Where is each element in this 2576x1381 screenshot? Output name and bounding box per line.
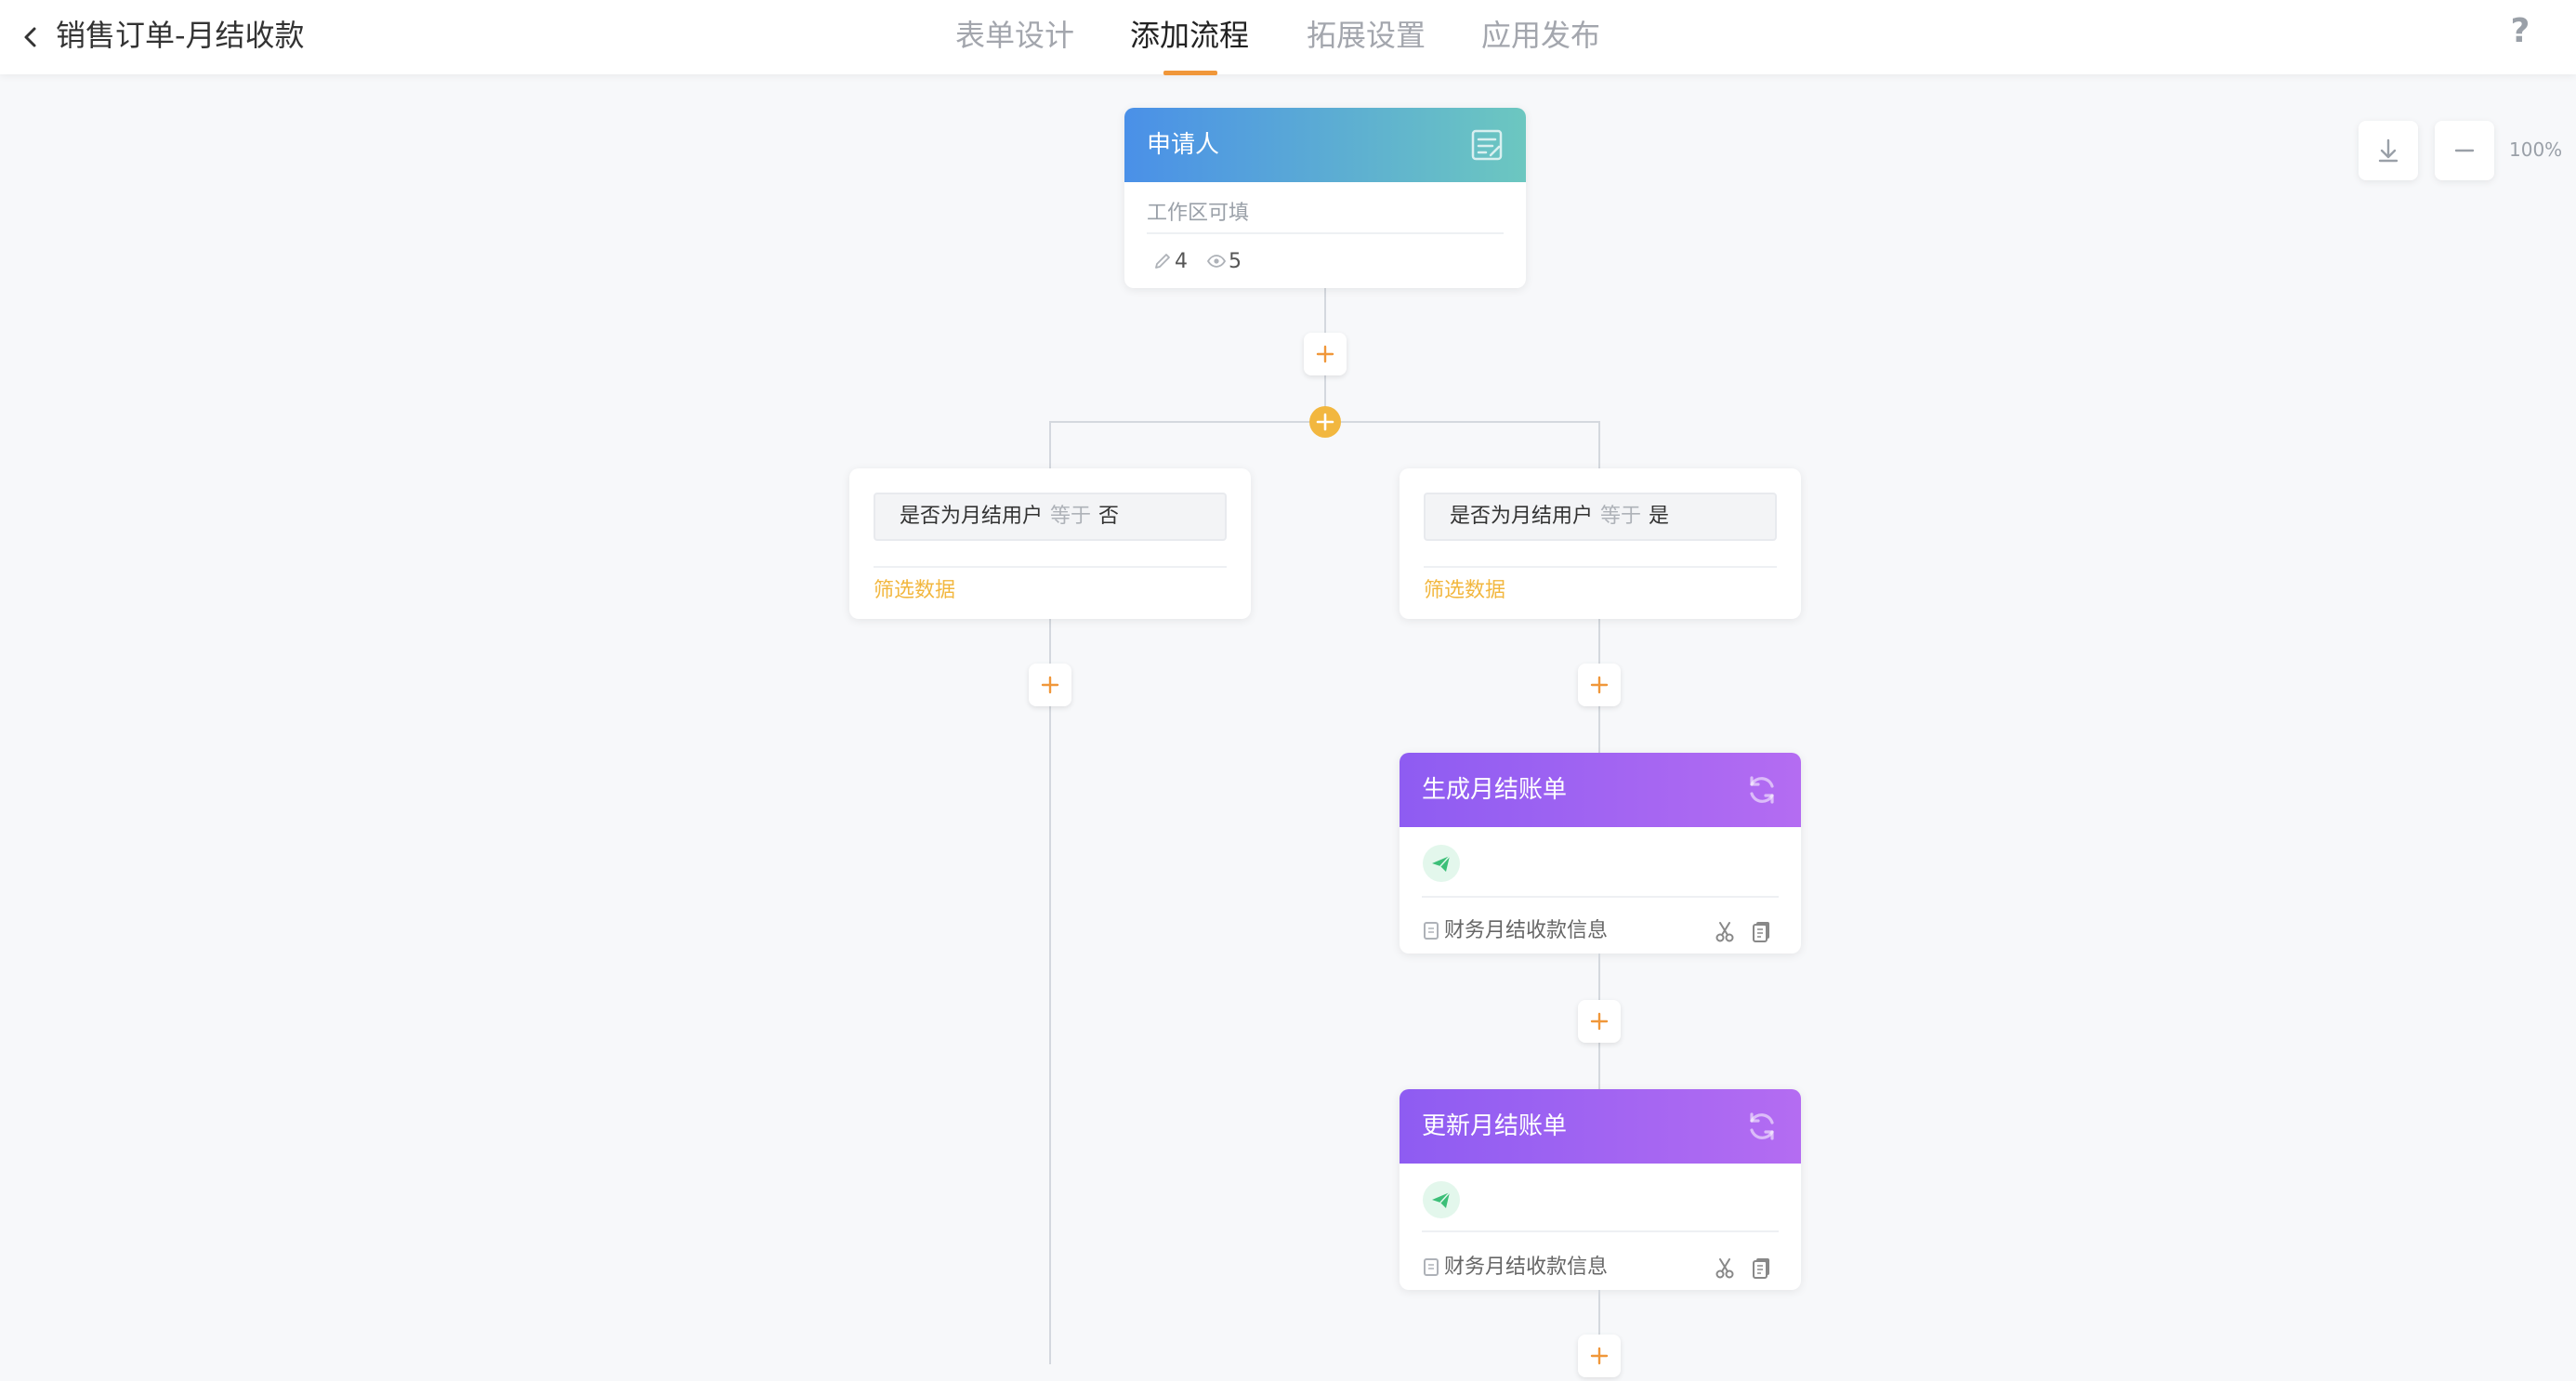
applicant-node-subtitle: 工作区可填: [1147, 202, 1250, 225]
applicant-node[interactable]: 申请人 工作区可填 4 5: [1124, 108, 1526, 288]
plus-icon: [1041, 676, 1059, 694]
plus-icon: [1590, 676, 1609, 694]
applicant-node-title: 申请人: [1147, 131, 1220, 159]
view-count-value: 5: [1229, 250, 1242, 273]
zoom-out-button[interactable]: [2435, 121, 2494, 180]
action-node-title: 更新月结账单: [1422, 1112, 1568, 1140]
eye-icon: [1206, 255, 1227, 268]
tab-extension-settings[interactable]: 拓展设置: [1307, 13, 1426, 58]
applicant-node-header: 申请人: [1124, 108, 1526, 182]
target-form: 财务月结收款信息: [1422, 1249, 1608, 1286]
add-node-button[interactable]: [1304, 333, 1347, 375]
add-node-button[interactable]: [1578, 1000, 1621, 1043]
condition-expression: 是否为月结用户 等于否: [874, 493, 1227, 541]
download-button[interactable]: [2359, 121, 2418, 180]
tab-form-design[interactable]: 表单设计: [955, 13, 1074, 58]
branch-condition-card[interactable]: 是否为月结用户 等于否 筛选数据: [849, 468, 1251, 619]
clipboard-icon: [1424, 922, 1439, 940]
action-node-header: 生成月结账单: [1400, 753, 1801, 827]
target-form-label: 财务月结收款信息: [1444, 919, 1609, 942]
action-node-header: 更新月结账单: [1400, 1089, 1801, 1164]
condition-expression: 是否为月结用户 等于是: [1424, 493, 1777, 541]
copy-icon[interactable]: [1749, 1255, 1775, 1281]
add-node-button[interactable]: [1578, 664, 1621, 706]
plus-icon: [1590, 1347, 1609, 1365]
filter-data-link[interactable]: 筛选数据: [1424, 572, 1505, 610]
tab-add-process[interactable]: 添加流程: [1130, 13, 1249, 58]
branch-condition-card[interactable]: 是否为月结用户 等于是 筛选数据: [1400, 468, 1801, 619]
tab-app-publish[interactable]: 应用发布: [1481, 13, 1600, 58]
target-form-label: 财务月结收款信息: [1444, 1256, 1609, 1279]
add-branch-button[interactable]: [1309, 406, 1341, 438]
send-icon: [1422, 1180, 1461, 1219]
divider: [1147, 232, 1504, 234]
plus-icon: [1316, 345, 1334, 363]
action-node-generate-bill[interactable]: 生成月结账单 财务月结收款信息: [1400, 753, 1801, 954]
page-title: 销售订单-月结收款: [56, 18, 305, 53]
condition-field: 是否为月结用户: [1450, 505, 1594, 528]
cut-icon[interactable]: [1712, 1255, 1738, 1281]
filter-data-link[interactable]: 筛选数据: [874, 572, 955, 610]
add-node-button[interactable]: [1578, 1335, 1621, 1377]
condition-value: 是: [1649, 505, 1670, 528]
send-icon: [1422, 844, 1461, 883]
download-icon: [2378, 138, 2399, 163]
copy-icon[interactable]: [1749, 918, 1775, 944]
back-arrow-icon[interactable]: [13, 19, 50, 56]
edit-count-value: 4: [1175, 250, 1188, 273]
plus-icon: [1590, 1012, 1609, 1031]
refresh-icon: [1743, 1108, 1781, 1145]
clipboard-icon: [1424, 1258, 1439, 1276]
add-node-button[interactable]: [1029, 664, 1071, 706]
refresh-icon: [1743, 771, 1781, 809]
minus-icon: [2454, 149, 2475, 152]
zoom-level: 100%: [2509, 138, 2563, 161]
plus-circle-icon: [1316, 413, 1334, 431]
condition-value: 否: [1098, 505, 1120, 528]
action-node-title: 生成月结账单: [1422, 776, 1568, 804]
divider: [1422, 1230, 1779, 1232]
condition-operator: 等于: [1050, 505, 1092, 528]
active-tab-indicator: [1163, 71, 1217, 75]
view-count: 5: [1206, 245, 1242, 279]
action-node-update-bill[interactable]: 更新月结账单 财务月结收款信息: [1400, 1089, 1801, 1290]
divider: [1424, 566, 1777, 568]
cut-icon[interactable]: [1712, 918, 1738, 944]
edit-count: 4: [1152, 245, 1188, 279]
condition-field: 是否为月结用户: [900, 505, 1044, 528]
divider: [874, 566, 1227, 568]
target-form: 财务月结收款信息: [1422, 913, 1608, 950]
divider: [1422, 896, 1779, 898]
help-icon[interactable]: ?: [2502, 9, 2539, 54]
pencil-icon: [1155, 254, 1170, 269]
top-bar: 销售订单-月结收款 表单设计 添加流程 拓展设置 应用发布 ?: [0, 0, 2576, 75]
form-icon: [1468, 126, 1505, 164]
condition-operator: 等于: [1600, 505, 1642, 528]
